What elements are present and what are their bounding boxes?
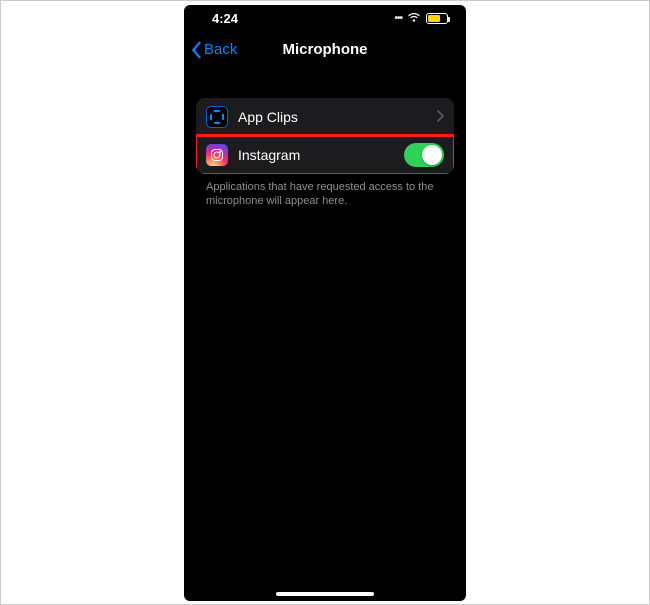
battery-icon bbox=[426, 13, 448, 24]
back-button[interactable]: Back bbox=[190, 30, 237, 70]
instagram-mic-toggle[interactable] bbox=[404, 143, 444, 167]
row-app-clips[interactable]: App Clips bbox=[196, 98, 454, 136]
phone-screen: 4:24 ••• Back Microphone App Clips bbox=[184, 5, 466, 601]
chevron-right-icon bbox=[436, 109, 444, 125]
status-bar: 4:24 ••• bbox=[184, 5, 466, 28]
settings-list: App Clips Instagram bbox=[196, 98, 454, 174]
page-title: Microphone bbox=[283, 41, 368, 58]
back-label: Back bbox=[204, 41, 237, 58]
home-indicator[interactable] bbox=[276, 592, 374, 596]
row-label-app-clips: App Clips bbox=[238, 109, 426, 125]
status-time: 4:24 bbox=[212, 11, 238, 26]
row-instagram[interactable]: Instagram bbox=[196, 136, 454, 174]
battery-fill bbox=[428, 15, 440, 22]
instagram-icon bbox=[206, 144, 228, 166]
status-right: ••• bbox=[394, 13, 448, 24]
chevron-left-icon bbox=[190, 41, 202, 59]
row-label-instagram: Instagram bbox=[238, 147, 394, 163]
wifi-icon bbox=[407, 13, 421, 23]
app-clips-icon bbox=[206, 106, 228, 128]
list-footer-text: Applications that have requested access … bbox=[206, 180, 444, 210]
cellular-dots-icon: ••• bbox=[394, 13, 402, 24]
nav-header: Back Microphone bbox=[184, 30, 466, 70]
